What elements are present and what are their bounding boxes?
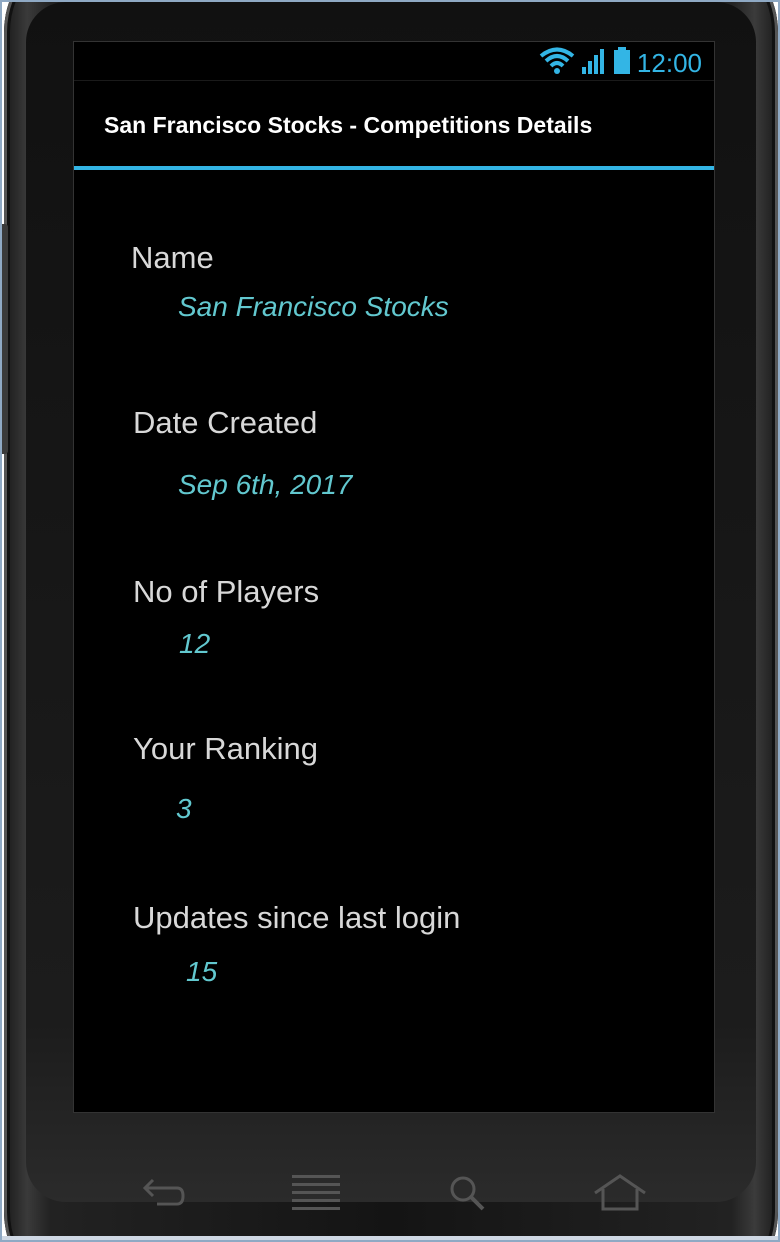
window-bottom-edge bbox=[2, 1236, 778, 1240]
players-label: No of Players bbox=[133, 574, 320, 609]
search-icon bbox=[447, 1173, 487, 1218]
ranking-value: 3 bbox=[176, 793, 192, 824]
home-button[interactable] bbox=[590, 1170, 650, 1220]
home-icon bbox=[591, 1173, 649, 1218]
updates-value: 15 bbox=[186, 956, 218, 987]
menu-icon bbox=[290, 1173, 342, 1218]
menu-button[interactable] bbox=[286, 1170, 346, 1220]
status-time: 12:00 bbox=[636, 47, 702, 78]
device-screen: 12:00 San Francisco Stocks - Competition… bbox=[73, 41, 715, 1113]
name-value: San Francisco Stocks bbox=[178, 291, 449, 322]
wifi-icon bbox=[539, 47, 575, 80]
battery-icon bbox=[613, 46, 631, 80]
players-value: 12 bbox=[179, 628, 211, 659]
action-bar: San Francisco Stocks - Competitions Deta… bbox=[74, 82, 714, 170]
back-icon bbox=[137, 1176, 187, 1215]
date-created-label: Date Created bbox=[133, 405, 318, 440]
date-created-value: Sep 6th, 2017 bbox=[178, 469, 353, 500]
updates-label: Updates since last login bbox=[133, 900, 461, 935]
search-button[interactable] bbox=[437, 1170, 497, 1220]
status-icons: 12:00 bbox=[539, 46, 702, 80]
status-bar: 12:00 bbox=[74, 42, 714, 81]
page-title: San Francisco Stocks - Competitions Deta… bbox=[104, 112, 593, 138]
ranking-label: Your Ranking bbox=[133, 731, 318, 766]
window-frame: 12:00 San Francisco Stocks - Competition… bbox=[0, 0, 780, 1242]
name-label: Name bbox=[131, 240, 214, 275]
signal-icon bbox=[581, 47, 607, 80]
back-button[interactable] bbox=[132, 1170, 192, 1220]
volume-button bbox=[2, 224, 8, 454]
